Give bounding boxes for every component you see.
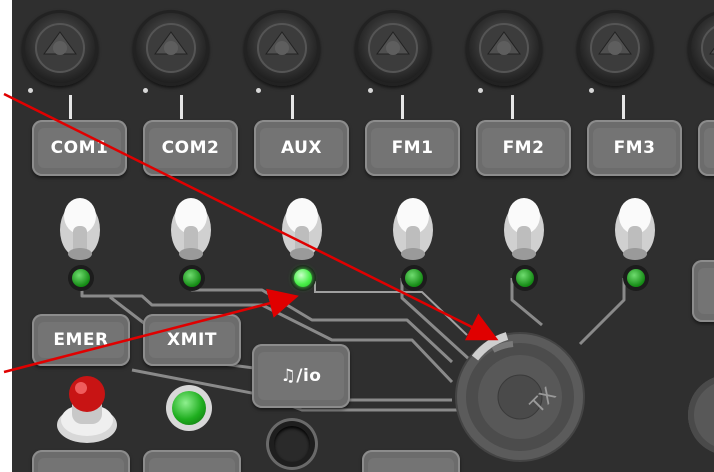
fm3-label: FM3 [613, 138, 656, 158]
fm1-volume-knob[interactable] [355, 10, 431, 86]
knob-marker [256, 88, 261, 93]
aux-button[interactable]: AUX [254, 120, 349, 176]
music-io-button[interactable]: ♫/io [252, 344, 350, 408]
fm2-toggle-switch[interactable] [496, 196, 552, 264]
knob-marker [589, 88, 594, 93]
aux-toggle-switch[interactable] [274, 196, 330, 264]
fm3-button[interactable]: FM3 [587, 120, 682, 176]
aux-status-led [290, 265, 316, 291]
partial-channel-button[interactable] [698, 120, 714, 176]
knob-marker [478, 88, 483, 93]
emer-warning-light [57, 376, 117, 443]
knob-stem [291, 95, 294, 119]
fm2-status-led [512, 265, 538, 291]
fm3-status-led [623, 265, 649, 291]
com1-status-led [68, 265, 94, 291]
headphone-jack[interactable] [266, 418, 318, 470]
fm1-label: FM1 [391, 138, 434, 158]
knob-stem [622, 95, 625, 119]
knob-stem [401, 95, 404, 119]
knob-marker [143, 88, 148, 93]
audio-panel: COM1 COM2 AUX FM1 FM2 FM3 EMER XMIT ♫/io [12, 0, 714, 472]
fm1-toggle-switch[interactable] [385, 196, 441, 264]
music-io-label: ♫/io [280, 366, 322, 386]
bottom-button-3[interactable] [362, 450, 460, 472]
com1-button[interactable]: COM1 [32, 120, 127, 176]
fm1-button[interactable]: FM1 [365, 120, 460, 176]
fm3-toggle-switch[interactable] [607, 196, 663, 264]
emer-button[interactable]: EMER [32, 314, 130, 366]
com2-toggle-switch[interactable] [163, 196, 219, 264]
knob-stem [180, 95, 183, 119]
fm2-label: FM2 [502, 138, 545, 158]
aux-label: AUX [280, 138, 323, 158]
knob-marker [368, 88, 373, 93]
com1-toggle-switch[interactable] [52, 196, 108, 264]
xmit-indicator-light [166, 385, 212, 431]
fm2-button[interactable]: FM2 [476, 120, 571, 176]
aux-volume-knob[interactable] [244, 10, 320, 86]
fm1-status-led [401, 265, 427, 291]
com1-volume-knob[interactable] [22, 10, 98, 86]
fm3-volume-knob[interactable] [577, 10, 653, 86]
com1-label: COM1 [50, 138, 109, 158]
com2-status-led [179, 265, 205, 291]
xmit-label: XMIT [167, 330, 217, 350]
com2-volume-knob[interactable] [133, 10, 209, 86]
bottom-button-1[interactable] [32, 450, 130, 472]
fm2-volume-knob[interactable] [466, 10, 542, 86]
xmit-button[interactable]: XMIT [143, 314, 241, 366]
partial-side-button[interactable] [692, 260, 714, 322]
knob-stem [511, 95, 514, 119]
tx-selector-knob[interactable]: TX [453, 330, 587, 464]
knob-marker [28, 88, 33, 93]
knob-stem [69, 95, 72, 119]
com2-label: COM2 [161, 138, 220, 158]
com2-button[interactable]: COM2 [143, 120, 238, 176]
partial-volume-knob[interactable] [688, 10, 714, 86]
emer-label: EMER [53, 330, 109, 350]
bottom-button-2[interactable] [143, 450, 241, 472]
